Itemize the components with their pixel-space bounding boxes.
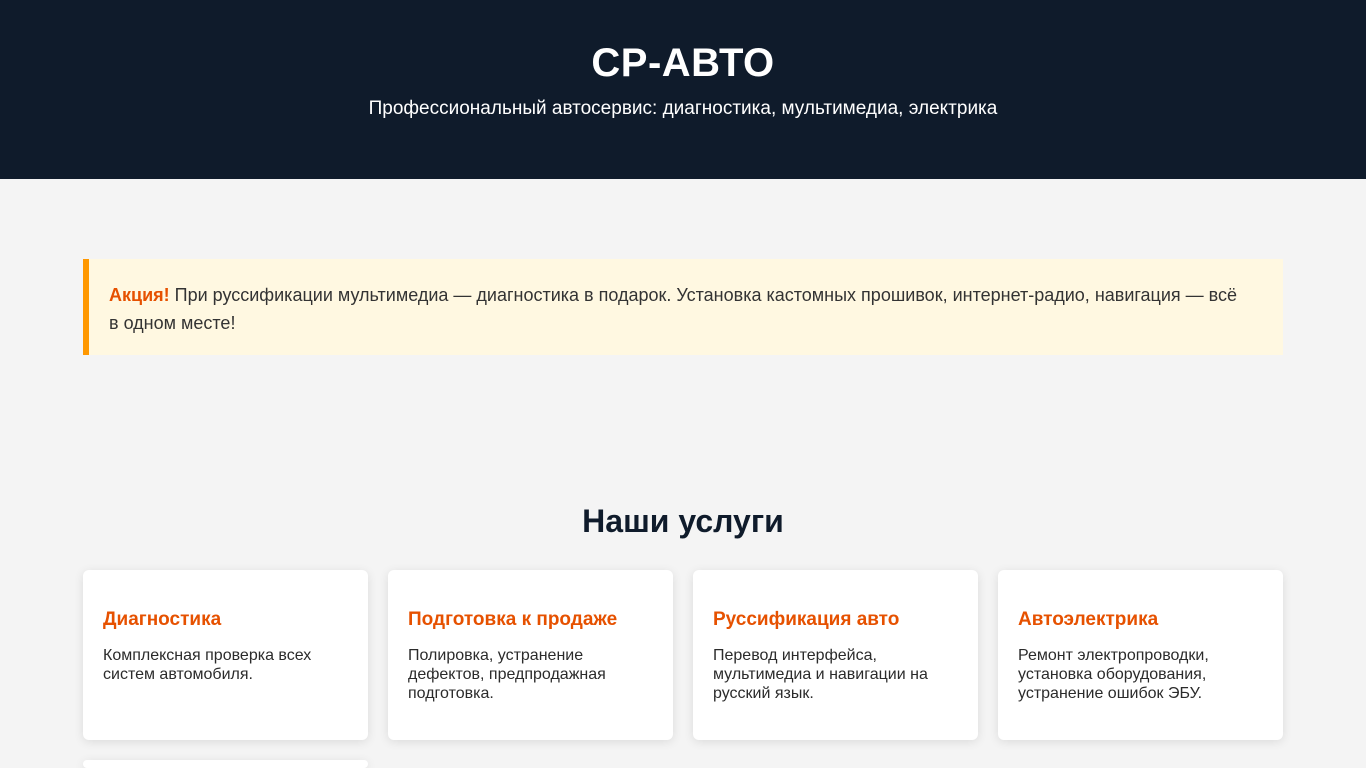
service-card-text: Ремонт электропроводки, установка оборуд…	[1018, 647, 1209, 702]
site-tagline: Профессиональный автосервис: диагностика…	[368, 98, 998, 119]
service-card-diagnostics: Диагностика Комплексная проверка всех си…	[83, 570, 368, 740]
service-card-russification: Руссификация авто Перевод интерфейса, му…	[693, 570, 978, 740]
promo-text: При руссификации мультимедиа — диагности…	[109, 285, 1238, 333]
service-card-title: Диагностика	[103, 609, 222, 630]
service-card-next	[83, 760, 368, 768]
service-card-title: Руссификация авто	[713, 609, 900, 630]
promo-label: Акция!	[109, 285, 170, 305]
promo-banner: Акция! При руссификации мультимедиа — ди…	[83, 259, 1283, 355]
service-card-title: Автоэлектрика	[1018, 609, 1159, 630]
service-card-text: Полировка, устранение дефектов, предпрод…	[408, 647, 606, 702]
site-header: СР-АВТО Профессиональный автосервис: диа…	[0, 0, 1366, 179]
service-card-presale: Подготовка к продаже Полировка, устранен…	[388, 570, 673, 740]
services-title: Наши услуги	[582, 503, 784, 539]
service-card-text: Перевод интерфейса, мультимедиа и навига…	[713, 647, 928, 702]
service-card-text: Комплексная проверка всех систем автомоб…	[103, 647, 312, 683]
service-card-electrics: Автоэлектрика Ремонт электропроводки, ус…	[998, 570, 1283, 740]
site-title: СР-АВТО	[591, 41, 775, 85]
service-card-title: Подготовка к продаже	[408, 609, 618, 630]
